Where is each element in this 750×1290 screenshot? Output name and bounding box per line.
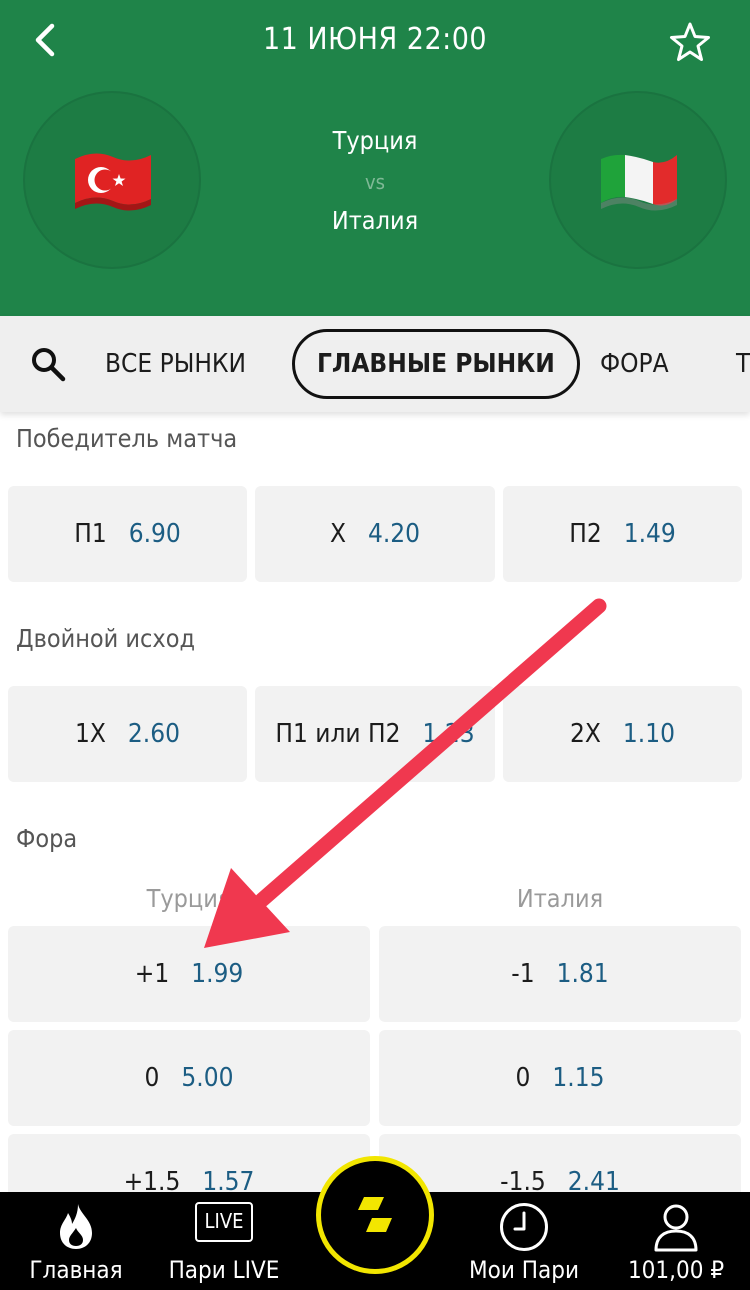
odds-button-2x[interactable]: 2X 1.10 bbox=[503, 686, 742, 782]
outcome-label: П1 или П2 bbox=[275, 719, 401, 749]
search-icon[interactable] bbox=[28, 344, 68, 384]
nav-home-label: Главная bbox=[29, 1256, 123, 1284]
home-team-name: Турция bbox=[332, 126, 418, 155]
balance-amount: 101,00 ₽ bbox=[627, 1256, 725, 1284]
odds-value: 1.10 bbox=[622, 719, 675, 749]
match-date: 11 ИЮНЯ 22:00 bbox=[262, 22, 488, 57]
winner-market-title: Победитель матча bbox=[16, 424, 238, 453]
outcome-label: 2X bbox=[570, 719, 601, 749]
brand-logo-icon bbox=[358, 1197, 392, 1232]
handicap-line: 0 bbox=[515, 1063, 531, 1093]
outcome-label: X bbox=[329, 519, 346, 549]
odds-value: 2.60 bbox=[127, 719, 180, 749]
tab-totals[interactable]: Т bbox=[736, 316, 750, 412]
odds-value: 1.81 bbox=[556, 959, 609, 989]
nav-balance[interactable]: 101,00 ₽ bbox=[612, 1192, 740, 1290]
match-header: 11 ИЮНЯ 22:00 Турция vs Италия bbox=[0, 0, 750, 316]
tab-main-markets[interactable]: ГЛАВНЫЕ РЫНКИ bbox=[292, 329, 580, 399]
outcome-label: П1 bbox=[74, 519, 107, 549]
outcome-label: 1X bbox=[75, 719, 106, 749]
handicap-line: -1 bbox=[511, 959, 535, 989]
nav-my-bets-label: Мои Пари bbox=[469, 1256, 579, 1284]
odds-button-draw[interactable]: X 4.20 bbox=[255, 486, 495, 582]
handicap-line: +1 bbox=[134, 959, 170, 989]
handicap-market-title: Фора bbox=[16, 824, 78, 853]
clock-icon bbox=[500, 1203, 548, 1251]
user-icon bbox=[654, 1204, 698, 1252]
live-icon: LIVE bbox=[195, 1202, 253, 1242]
nav-my-bets[interactable]: Мои Пари bbox=[460, 1192, 588, 1290]
handicap-home-row-1[interactable]: +1 1.99 bbox=[8, 926, 370, 1022]
flame-icon bbox=[60, 1204, 92, 1249]
odds-value: 5.00 bbox=[181, 1063, 234, 1093]
odds-button-p2[interactable]: П2 1.49 bbox=[503, 486, 742, 582]
vs-label: vs bbox=[364, 170, 386, 194]
odds-button-12[interactable]: П1 или П2 1.23 bbox=[255, 686, 495, 782]
favorite-star-icon[interactable] bbox=[668, 20, 712, 64]
nav-live-label: Пари LIVE bbox=[168, 1256, 280, 1284]
odds-value: 1.23 bbox=[422, 719, 475, 749]
nav-home[interactable]: Главная bbox=[14, 1192, 138, 1290]
nav-live[interactable]: LIVE Пари LIVE bbox=[162, 1192, 286, 1290]
bet-slip-button[interactable] bbox=[316, 1156, 434, 1274]
outcome-label: П2 bbox=[569, 519, 602, 549]
odds-value: 1.15 bbox=[552, 1063, 605, 1093]
tab-handicap[interactable]: ФОРА bbox=[600, 316, 669, 412]
odds-button-p1[interactable]: П1 6.90 bbox=[8, 486, 247, 582]
odds-value: 4.20 bbox=[367, 519, 421, 549]
odds-value: 1.99 bbox=[191, 959, 244, 989]
odds-button-1x[interactable]: 1X 2.60 bbox=[8, 686, 247, 782]
market-tabs: ВСЕ РЫНКИ ГЛАВНЫЕ РЫНКИ ФОРА Т bbox=[0, 316, 750, 412]
handicap-away-column-header: Италия bbox=[516, 884, 604, 913]
handicap-away-row-1[interactable]: -1 1.81 bbox=[379, 926, 741, 1022]
handicap-home-row-2[interactable]: 0 5.00 bbox=[8, 1030, 370, 1126]
handicap-away-row-2[interactable]: 0 1.15 bbox=[379, 1030, 741, 1126]
odds-value: 6.90 bbox=[128, 519, 181, 549]
handicap-home-column-header: Турция bbox=[146, 884, 232, 913]
handicap-line: 0 bbox=[144, 1063, 160, 1093]
double-chance-market-title: Двойной исход bbox=[16, 624, 196, 653]
odds-value: 1.49 bbox=[623, 519, 676, 549]
away-team-name: Италия bbox=[331, 206, 419, 235]
tab-all-markets[interactable]: ВСЕ РЫНКИ bbox=[105, 316, 246, 412]
